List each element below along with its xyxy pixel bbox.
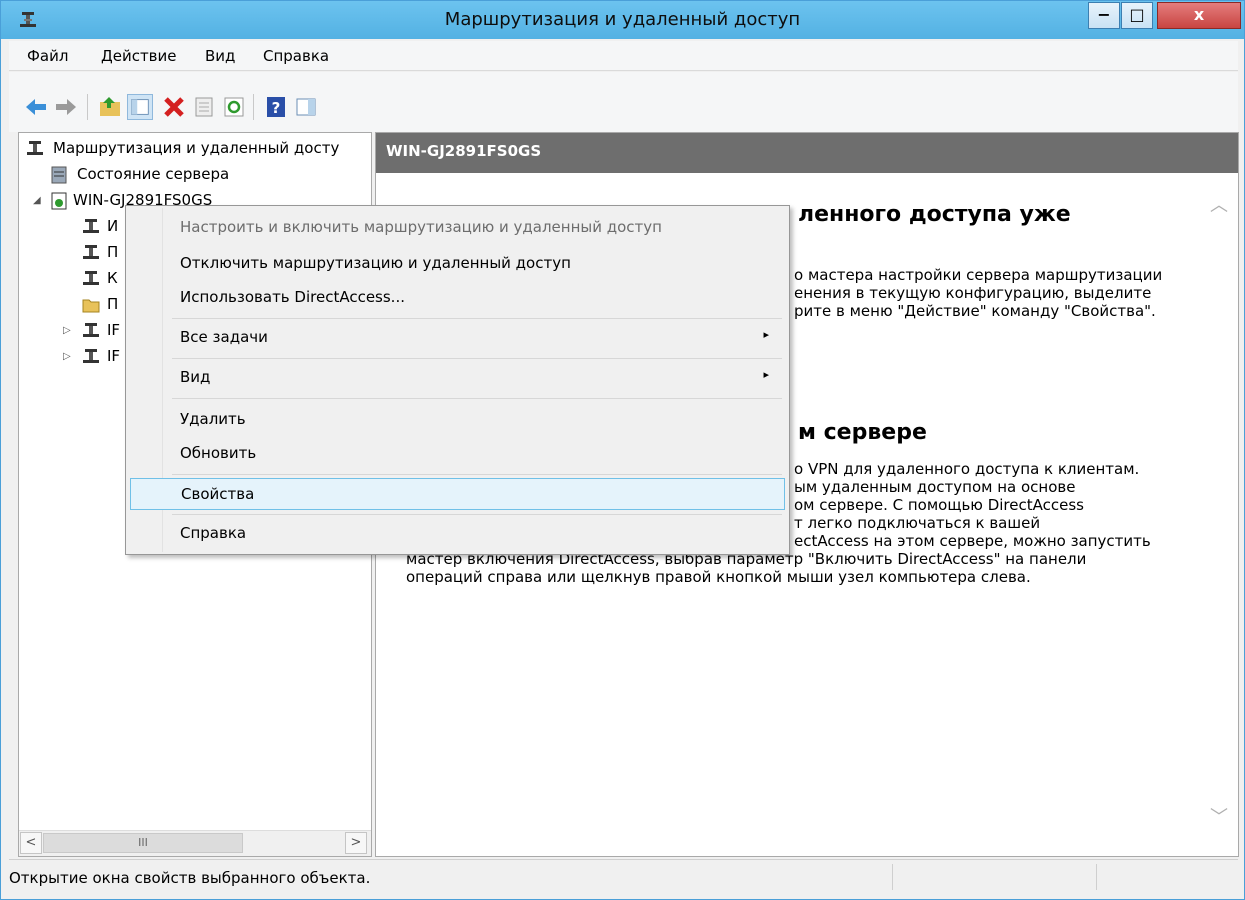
details-heading-1: ленного доступа уже <box>798 202 1071 227</box>
app-window: Маршрутизация и удаленный доступ − □ x Ф… <box>0 0 1245 900</box>
svg-text:?: ? <box>272 99 281 117</box>
collapse-arrow-icon[interactable]: ◢ <box>33 195 41 206</box>
details-text-line: ым удаленным доступом на основе <box>794 478 1076 496</box>
details-text-line: о VPN для удаленного доступа к клиентам. <box>794 460 1140 478</box>
submenu-arrow-icon: ▸ <box>763 368 769 381</box>
menu-separator <box>172 398 782 399</box>
properties-icon[interactable] <box>191 94 217 120</box>
network-icon <box>83 323 99 337</box>
scroll-left-button[interactable]: < <box>20 832 42 854</box>
folder-icon <box>82 299 100 313</box>
menu-item-use-directaccess[interactable]: Использовать DirectAccess... <box>130 282 785 314</box>
status-divider <box>892 864 893 890</box>
menu-item-label: Все задачи <box>180 328 268 346</box>
context-menu: Настроить и включить маршрутизацию и уда… <box>125 205 790 555</box>
refresh-icon[interactable] <box>221 94 247 120</box>
status-text: Открытие окна свойств выбранного объекта… <box>9 869 371 887</box>
tree-item-label: Состояние сервера <box>77 165 230 183</box>
minimize-button[interactable]: − <box>1088 2 1120 29</box>
menu-action[interactable]: Действие <box>97 47 181 65</box>
menu-item-label: Справка <box>180 524 247 542</box>
server-node-icon <box>51 192 67 210</box>
expand-arrow-icon[interactable]: ▷ <box>63 351 71 362</box>
show-hide-tree-icon[interactable] <box>127 94 153 120</box>
menu-help[interactable]: Справка <box>259 47 333 65</box>
tree-item-label: IF <box>107 321 121 339</box>
scroll-down-icon[interactable]: ﹀ <box>1210 803 1228 829</box>
tree-item-label: П <box>107 243 119 261</box>
tree-item-label: И <box>107 217 119 235</box>
details-text-line: ом сервере. С помощью DirectAccess <box>794 496 1084 514</box>
menu-item-label: Отключить маршрутизацию и удаленный дост… <box>180 254 571 272</box>
tree-item-label: IF <box>107 347 121 365</box>
tree-item-root[interactable]: Маршрутизация и удаленный досту <box>25 137 371 161</box>
forward-arrow-icon[interactable] <box>53 94 79 120</box>
tree-item-server-status[interactable]: Состояние сервера <box>49 163 349 187</box>
window-title: Маршрутизация и удаленный доступ <box>444 9 801 30</box>
tree-item-label: П <box>107 295 119 313</box>
status-divider <box>1096 864 1097 890</box>
menu-item-label: Свойства <box>181 485 255 503</box>
menu-separator <box>172 514 782 515</box>
menu-item-label: Использовать DirectAccess... <box>180 288 405 306</box>
details-text-line: т легко подключаться к вашей <box>794 514 1041 532</box>
menu-item-configure-enable[interactable]: Настроить и включить маршрутизацию и уда… <box>130 212 785 244</box>
menu-item-help[interactable]: Справка <box>130 518 785 550</box>
toolbar-separator <box>253 94 254 120</box>
menu-bar: Файл Действие Вид Справка <box>9 41 1238 71</box>
scroll-up-icon[interactable]: ︿ <box>1210 191 1228 217</box>
details-text-line: о мастера настройки сервера маршрутизаци… <box>794 266 1163 284</box>
network-icon <box>83 219 99 233</box>
scroll-thumb[interactable]: III <box>43 833 243 853</box>
submenu-arrow-icon: ▸ <box>763 328 769 341</box>
network-icon <box>83 245 99 259</box>
menu-item-label: Настроить и включить маршрутизацию и уда… <box>180 218 662 236</box>
details-text-line: ectAccess на этом сервере, можно запусти… <box>794 532 1151 550</box>
menu-separator <box>172 474 782 475</box>
details-text-line: рите в меню "Действие" команду "Свойства… <box>794 302 1156 320</box>
tree-item-label: Маршрутизация и удаленный досту <box>53 139 340 157</box>
toolbar-separator <box>87 94 88 120</box>
details-text-line: енения в текущую конфигурацию, выделите <box>794 284 1152 302</box>
expand-arrow-icon[interactable]: ▷ <box>63 325 71 336</box>
menu-item-refresh[interactable]: Обновить <box>130 438 785 470</box>
routing-server-icon <box>27 141 43 155</box>
up-folder-icon[interactable] <box>97 94 123 120</box>
network-icon <box>83 271 99 285</box>
menu-view[interactable]: Вид <box>201 47 239 65</box>
scroll-right-button[interactable]: > <box>345 832 367 854</box>
toolbar: ? <box>9 72 1238 132</box>
menu-separator <box>172 318 782 319</box>
menu-item-label: Обновить <box>180 444 257 462</box>
menu-item-label: Вид <box>180 368 211 386</box>
tree-item-label: К <box>107 269 118 287</box>
menu-file[interactable]: Файл <box>23 47 72 65</box>
maximize-button[interactable]: □ <box>1121 2 1153 29</box>
network-icon <box>83 349 99 363</box>
details-heading-2: м сервере <box>798 420 927 445</box>
back-arrow-icon[interactable] <box>23 94 49 120</box>
menu-item-disable-routing[interactable]: Отключить маршрутизацию и удаленный дост… <box>130 248 785 280</box>
status-bar: Открытие окна свойств выбранного объекта… <box>9 859 1238 893</box>
server-status-icon <box>51 166 67 184</box>
menu-item-label: Удалить <box>180 410 246 428</box>
menu-item-properties[interactable]: Свойства <box>130 478 785 510</box>
title-bar[interactable]: Маршрутизация и удаленный доступ − □ x <box>1 1 1244 39</box>
close-button[interactable]: x <box>1157 2 1241 29</box>
help-icon[interactable]: ? <box>263 94 289 120</box>
details-header: WIN-GJ2891FS0GS <box>376 133 1238 173</box>
menu-separator <box>172 358 782 359</box>
details-text-line: операций справа или щелкнув правой кнопк… <box>406 568 1031 586</box>
menu-item-all-tasks[interactable]: Все задачи ▸ <box>130 322 785 354</box>
menu-item-delete[interactable]: Удалить <box>130 404 785 436</box>
delete-icon[interactable] <box>161 94 187 120</box>
action-pane-icon[interactable] <box>293 94 319 120</box>
menu-item-view[interactable]: Вид ▸ <box>130 362 785 394</box>
horizontal-scrollbar[interactable]: < III > <box>19 830 371 856</box>
